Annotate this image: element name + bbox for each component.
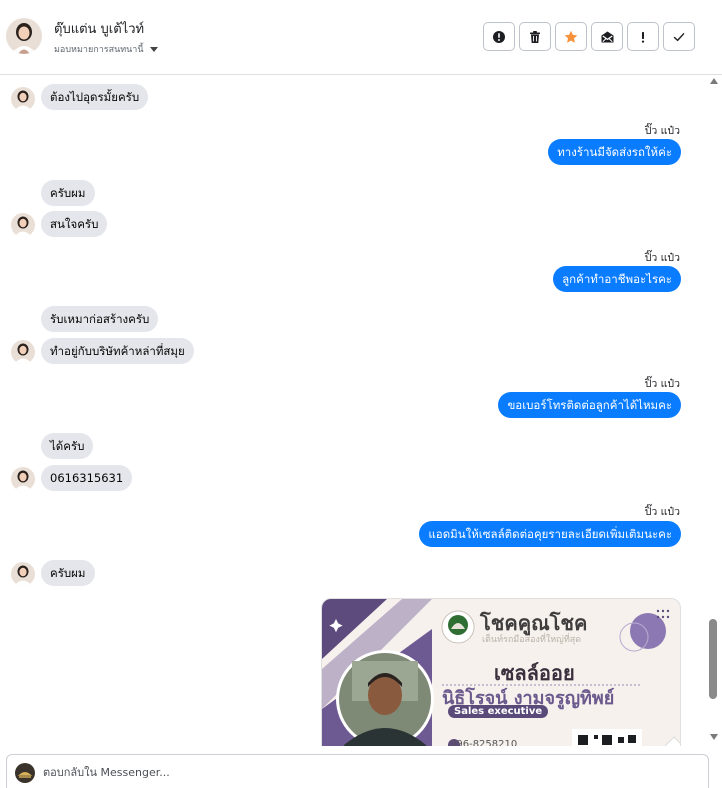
outgoing-message[interactable]: ขอเบอร์โทรติดต่อลูกค้าได้ไหมคะ	[498, 392, 681, 418]
contact-avatar-small[interactable]	[11, 213, 35, 237]
business-card-image[interactable]: โชคคูณโชค เต็นท์รถมือสองที่ใหญ่ที่สุด เซ…	[321, 598, 681, 746]
incoming-message[interactable]: ทำอยู่กับบริษัทค้าหล่าที่สมุย	[41, 338, 194, 364]
trash-icon	[530, 30, 540, 43]
reply-input[interactable]	[43, 761, 693, 783]
sender-name: ปิ๊ว แป๋ว	[644, 506, 680, 518]
card-badge: Sales executive	[448, 705, 549, 718]
spam-button[interactable]	[483, 22, 515, 51]
incoming-message[interactable]: รับเหมาก่อสร้างครับ	[41, 306, 159, 332]
exclamation-icon	[641, 31, 645, 43]
mark-unread-button[interactable]	[591, 22, 623, 51]
contact-avatar-small[interactable]	[11, 340, 35, 364]
messenger-conversation: ตุ๊บแต่น บูเต้ไวท์ มอบหมายการสนทนานี้ ต้…	[0, 0, 722, 788]
star-button[interactable]	[555, 22, 587, 51]
scrollbar-thumb[interactable]	[709, 619, 717, 699]
chat-scrollbar[interactable]	[704, 76, 722, 746]
contact-avatar-small[interactable]	[11, 87, 35, 111]
follow-up-button[interactable]	[627, 22, 659, 51]
incoming-message[interactable]: สนใจครับ	[41, 211, 108, 237]
incoming-message[interactable]: ครับผม	[41, 560, 95, 586]
check-icon	[673, 32, 685, 41]
conversation-header: ตุ๊บแต่น บูเต้ไวท์ มอบหมายการสนทนานี้	[0, 0, 722, 75]
page-avatar	[15, 763, 35, 783]
incoming-message[interactable]: ได้ครับ	[41, 433, 94, 459]
contact-name[interactable]: ตุ๊บแต่น บูเต้ไวท์	[54, 18, 144, 39]
outgoing-message[interactable]: ทางร้านมีจัดส่งรถให้ค่ะ	[548, 139, 681, 165]
header-actions	[483, 22, 695, 51]
alert-circle-icon	[493, 30, 505, 43]
scroll-down-arrow-icon[interactable]	[710, 734, 718, 740]
incoming-message[interactable]: ต้องไปอุดรมั้ยครับ	[41, 84, 149, 110]
outgoing-message[interactable]: แอดมินให้เซลล์ติดต่อคุยรายละเอียดเพิ่มเต…	[419, 521, 681, 547]
caret-down-icon	[149, 46, 158, 52]
message-list[interactable]: ต้องไปอุดรมั้ยครับ ปิ๊ว แป๋ว ทางร้านมีจั…	[0, 76, 704, 746]
scroll-up-arrow-icon[interactable]	[710, 78, 718, 84]
delete-button[interactable]	[519, 22, 551, 51]
assign-label: มอบหมายการสนทนานี้	[54, 45, 144, 55]
card-phone: 096-8258210	[450, 739, 518, 746]
sender-name: ปิ๊ว แป๋ว	[644, 125, 680, 137]
incoming-message[interactable]: ครับผม	[41, 180, 95, 206]
reply-composer	[6, 754, 709, 788]
contact-avatar[interactable]	[6, 18, 42, 54]
assign-conversation-dropdown[interactable]: มอบหมายการสนทนานี้	[54, 42, 158, 56]
card-tagline: เต็นท์รถมือสองที่ใหญ่ที่สุด	[482, 635, 582, 645]
contact-avatar-small[interactable]	[11, 562, 35, 586]
incoming-message[interactable]: 0616315631	[41, 465, 133, 491]
envelope-icon	[601, 31, 613, 42]
star-icon	[564, 30, 578, 43]
sender-name: ปิ๊ว แป๋ว	[644, 378, 680, 390]
outgoing-message[interactable]: ลูกค้าทำอาชีพอะไรคะ	[553, 266, 681, 292]
done-button[interactable]	[663, 22, 695, 51]
contact-avatar-small[interactable]	[11, 467, 35, 491]
sender-name: ปิ๊ว แป๋ว	[644, 252, 680, 264]
